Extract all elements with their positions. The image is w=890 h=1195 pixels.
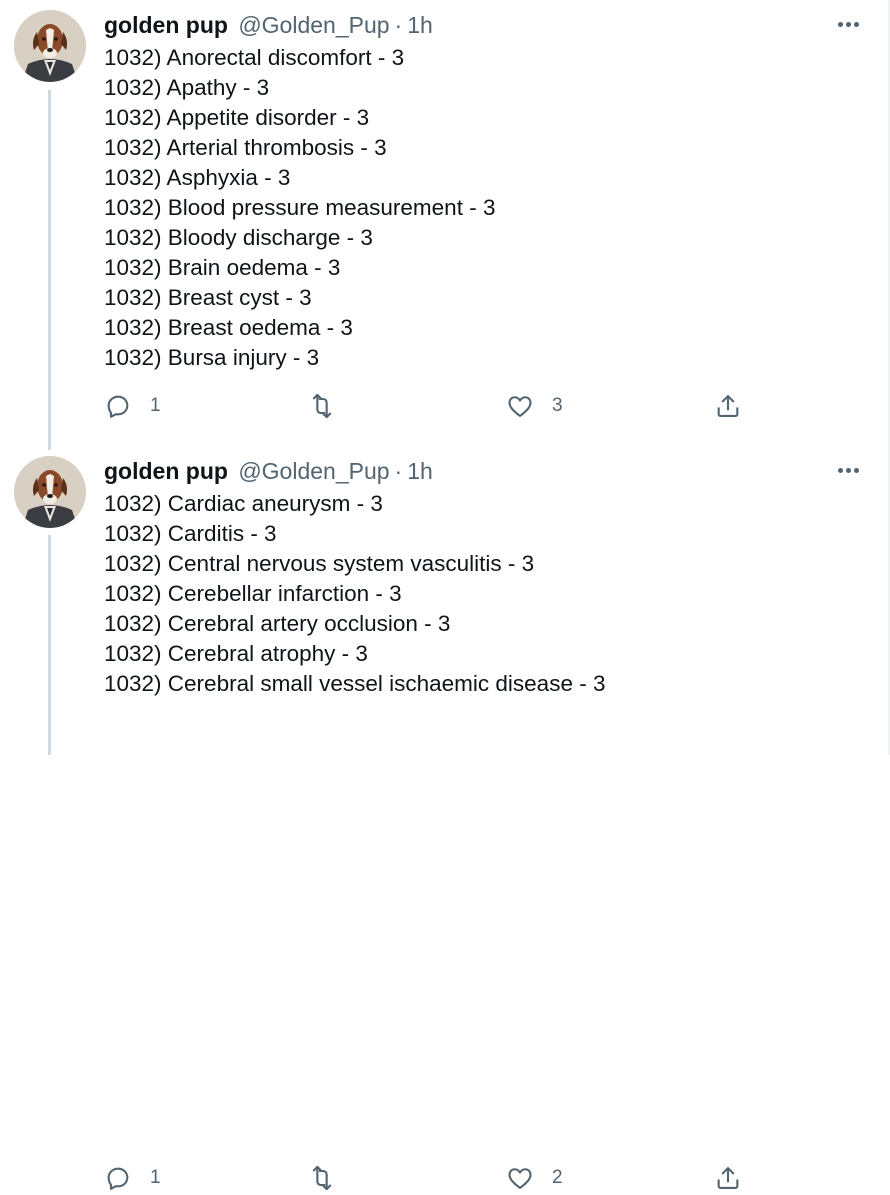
tweet-line: 1032) Asphyxia - 3 [104,165,291,190]
tweet-line: 1032) Appetite disorder - 3 [104,105,370,130]
reply-icon [107,1167,129,1190]
tweet-line: 1032) Carditis - 3 [104,521,277,546]
tweet-header: golden pup @Golden_Pup · 1h [104,457,433,485]
tweet-line: 1032) Apathy - 3 [104,75,270,100]
like-count: 2 [552,1167,563,1188]
tweet-line: 1032) Brain oedema - 3 [104,255,341,280]
user-handle[interactable]: @Golden_Pup [238,458,389,484]
tweet-text: 1032) Cardiac aneurysm - 3 1032) Carditi… [104,489,605,699]
tweet-line: 1032) Cerebral atrophy - 3 [104,641,368,666]
reply-count: 1 [150,395,161,416]
tweet-line: 1032) Bursa injury - 3 [104,345,320,370]
tweet-line: 1032) Anorectal discomfort - 3 [104,45,405,70]
share-icon [717,395,739,417]
avatar[interactable] [14,10,86,82]
more-dot [854,22,859,27]
dog-portrait-avatar-image [14,10,86,82]
retweet-button[interactable] [308,1161,354,1195]
share-icon [717,1167,739,1189]
more-dot [854,468,859,473]
tweet-actions: 1 2 [104,1161,754,1195]
more-options-icon[interactable] [836,460,862,480]
display-name[interactable]: golden pup [104,12,228,38]
like-button[interactable]: 2 [506,1161,563,1195]
retweet-icon [312,393,332,419]
retweet-icon [312,1165,332,1191]
thread-connector-line [48,535,51,755]
reply-icon [107,395,129,418]
thread-connector-line [48,90,51,450]
heart-icon [508,396,532,417]
tweet-text: 1032) Anorectal discomfort - 3 1032) Apa… [104,43,495,373]
timestamp[interactable]: 1h [407,12,433,38]
more-dot [838,468,843,473]
more-dot [846,468,851,473]
separator-dot: · [394,458,403,484]
more-options-icon[interactable] [836,14,862,34]
tweet-line: 1032) Bloody discharge - 3 [104,225,373,250]
tweet-line: 1032) Breast oedema - 3 [104,315,353,340]
tweet-line: 1032) Cerebral small vessel ischaemic di… [104,671,606,696]
separator-dot: · [394,12,403,38]
tweet-line: 1032) Arterial thrombosis - 3 [104,135,387,160]
like-button[interactable]: 3 [506,389,563,423]
more-dot [838,22,843,27]
heart-icon [508,1168,532,1189]
reply-button[interactable]: 1 [104,1161,161,1195]
share-button[interactable] [714,389,742,423]
reply-count: 1 [150,1167,161,1188]
dog-portrait-avatar-image [14,456,86,528]
tweet-line: 1032) Central nervous system vasculitis … [104,551,535,576]
tweet-line: 1032) Cerebral artery occlusion - 3 [104,611,451,636]
share-button[interactable] [714,1161,742,1195]
avatar[interactable] [14,456,86,528]
tweet-header: golden pup @Golden_Pup · 1h [104,11,433,39]
tweet-line: 1032) Breast cyst - 3 [104,285,312,310]
timestamp[interactable]: 1h [407,458,433,484]
display-name[interactable]: golden pup [104,458,228,484]
reply-button[interactable]: 1 [104,389,161,423]
like-count: 3 [552,395,563,416]
tweet-line: 1032) Cardiac aneurysm - 3 [104,491,383,516]
more-dot [846,22,851,27]
tweet-actions: 1 3 [104,389,754,423]
user-handle[interactable]: @Golden_Pup [238,12,389,38]
tweet-line: 1032) Cerebellar infarction - 3 [104,581,402,606]
tweet-line: 1032) Blood pressure measurement - 3 [104,195,496,220]
retweet-button[interactable] [308,389,354,423]
